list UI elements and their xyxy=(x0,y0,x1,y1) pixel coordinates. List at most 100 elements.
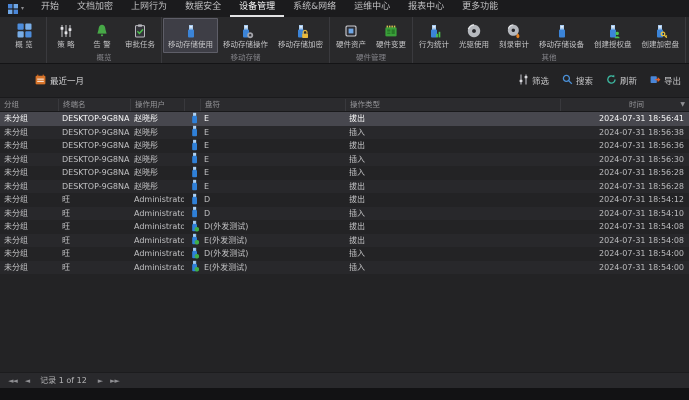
column-header-2[interactable]: 操作用户 xyxy=(130,98,184,111)
disc-icon xyxy=(466,21,482,40)
cell-drive-icon xyxy=(184,193,200,207)
action-button-2[interactable]: 刷新 xyxy=(606,74,637,88)
table-row[interactable]: 未分组 DESKTOP-9G8NA80 赵晓彤 E 插入 2024-07-31 18:56… xyxy=(0,166,689,180)
table-row[interactable]: 未分组 DESKTOP-9G8NA80 赵晓彤 E 插入 2024-07-31 18:56… xyxy=(0,125,689,139)
usb-blue-icon xyxy=(190,112,199,126)
cell-terminal: DESKTOP-9G8NA80 xyxy=(62,141,130,151)
cell-user: 赵晓彤 xyxy=(134,127,158,137)
ribbon-button-0-0[interactable]: 概 览 xyxy=(3,18,45,53)
table-row[interactable]: 未分组 旺 Administrator E(外发测试) 拔出 2024-07-31 18:… xyxy=(0,233,689,247)
ribbon-button-4-1[interactable]: 光驱使用 xyxy=(454,18,494,53)
usb-user-icon xyxy=(605,21,621,40)
ribbon-button-4-5[interactable]: 创建加密盘 xyxy=(637,18,685,53)
table-row[interactable]: 未分组 DESKTOP-9G8NA80 赵晓彤 E 拔出 2024-07-31 18:56… xyxy=(0,179,689,193)
column-header-5[interactable]: 操作类型 xyxy=(345,98,560,111)
cell-drive: E xyxy=(204,114,210,124)
cell-time: 2024-07-31 18:54:08 xyxy=(599,235,684,245)
ribbon-button-label: 概 览 xyxy=(15,40,33,49)
cell-user: 赵晓彤 xyxy=(134,154,158,164)
date-range-filter[interactable]: 最近一月 xyxy=(35,74,84,88)
table-row[interactable]: 未分组 旺 Administrator D 插入 2024-07-31 18:54:10 xyxy=(0,206,689,220)
column-header-3[interactable] xyxy=(184,98,200,111)
ribbon-button-3-0[interactable]: 硬件资产 xyxy=(331,18,371,53)
action-button-0[interactable]: 筛选 xyxy=(518,74,549,88)
table-header: 分组 终端名 操作用户 盘符 操作类型 时间 ▼ xyxy=(0,97,689,112)
table-row[interactable]: 未分组 旺 Administrator D(外发测试) 拔出 2024-07-31 18:… xyxy=(0,220,689,234)
menu-tab-7[interactable]: 报表中心 xyxy=(399,0,453,17)
column-header-1[interactable]: 终端名 xyxy=(58,98,130,111)
table-row[interactable]: 未分组 DESKTOP-9G8NA80 赵晓彤 E 插入 2024-07-31 18:56… xyxy=(0,152,689,166)
pager-next-button[interactable]: ► xyxy=(96,377,104,385)
cell-terminal: DESKTOP-9G8NA80 xyxy=(62,114,130,124)
table-actions: 筛选 搜索 刷新 导出 xyxy=(518,74,681,88)
menu-tab-6[interactable]: 运维中心 xyxy=(345,0,399,17)
cell-terminal: DESKTOP-9G8NA80 xyxy=(62,154,130,164)
cell-user: 赵晓彤 xyxy=(134,141,158,151)
action-button-3[interactable]: 导出 xyxy=(650,74,681,88)
menu-tab-4[interactable]: 设备管理 xyxy=(230,0,285,17)
cell-action-type: 插入 xyxy=(349,262,365,272)
cell-terminal: 旺 xyxy=(62,208,70,218)
cell-time: 2024-07-31 18:54:08 xyxy=(599,222,684,232)
pager-record-label: 记录 1 of 12 xyxy=(40,376,87,385)
cell-drive: E xyxy=(204,168,210,178)
cell-time: 2024-07-31 18:56:38 xyxy=(599,127,684,137)
ribbon-button-1-0[interactable]: 策 略 xyxy=(48,18,84,53)
cell-group: 未分组 xyxy=(4,195,28,205)
ribbon-button-2-1[interactable]: 移动存储操作 xyxy=(218,18,273,53)
ribbon-button-1-2[interactable]: 审批任务 xyxy=(120,18,160,53)
usb-key-icon xyxy=(652,21,668,40)
cell-drive-icon xyxy=(184,260,200,274)
menu-tab-1[interactable]: 文档加密 xyxy=(68,0,122,17)
cell-user: Administrator xyxy=(134,235,184,245)
disc-burn-icon xyxy=(506,21,522,40)
action-button-1[interactable]: 搜索 xyxy=(562,74,593,88)
ribbon-button-4-2[interactable]: 刻录审计 xyxy=(494,18,534,53)
menu-tab-2[interactable]: 上网行为 xyxy=(122,0,176,17)
export-icon xyxy=(650,74,661,88)
menu-tab-5[interactable]: 系统&网络 xyxy=(284,0,345,17)
cell-time: 2024-07-31 18:56:36 xyxy=(599,141,684,151)
app-menu-button[interactable]: ▾ xyxy=(5,0,32,17)
ribbon-button-2-2[interactable]: 移动存储加密 xyxy=(273,18,328,53)
ribbon-button-3-1[interactable]: 硬件变更 xyxy=(371,18,411,53)
cell-terminal: DESKTOP-9G8NA80 xyxy=(62,181,130,191)
column-header-4[interactable]: 盘符 xyxy=(200,98,345,111)
cell-user: Administrator xyxy=(134,222,184,232)
cell-group: 未分组 xyxy=(4,249,28,259)
usb-lock-icon xyxy=(293,21,309,40)
ribbon-button-2-0[interactable]: 移动存储使用 xyxy=(163,18,218,53)
menu-tabs: 开始 文档加密 上网行为 数据安全 设备管理 系统&网络 运维中心 报表中心 更多功能 xyxy=(32,0,507,17)
cell-time: 2024-07-31 18:56:30 xyxy=(599,154,684,164)
cell-user: Administrator xyxy=(134,208,184,218)
cell-group: 未分组 xyxy=(4,168,28,178)
table-row[interactable]: 未分组 旺 Administrator E(外发测试) 插入 2024-07-31 18:… xyxy=(0,260,689,274)
ribbon-button-4-3[interactable]: 移动存储设备 xyxy=(534,18,589,53)
hardware-asset-icon xyxy=(343,21,359,40)
pager-prev-button[interactable]: ◄ xyxy=(23,377,31,385)
column-header-6[interactable]: 时间 ▼ xyxy=(560,98,689,111)
table-row[interactable]: 未分组 旺 Administrator D 拔出 2024-07-31 18:54:12 xyxy=(0,193,689,207)
menu-tab-3[interactable]: 数据安全 xyxy=(176,0,230,17)
column-header-0[interactable]: 分组 xyxy=(0,99,58,111)
usb-blue-icon xyxy=(190,179,199,193)
ribbon-button-4-4[interactable]: 创建授权盘 xyxy=(589,18,637,53)
cell-time: 2024-07-31 18:54:12 xyxy=(599,195,684,205)
ribbon-button-4-0[interactable]: 行为统计 xyxy=(414,18,454,53)
record-pager: ◄◄ ◄ 记录 1 of 12 ► ►► xyxy=(0,372,689,388)
usb-green-icon xyxy=(190,233,200,247)
alert-bell-icon xyxy=(94,21,110,40)
table-row[interactable]: 未分组 DESKTOP-9G8NA80 赵晓彤 E 拔出 2024-07-31 18:56… xyxy=(0,112,689,126)
table-row[interactable]: 未分组 旺 Administrator D(外发测试) 插入 2024-07-31 18:… xyxy=(0,247,689,261)
cell-time: 2024-07-31 18:56:28 xyxy=(599,168,684,178)
cell-drive: E(外发测试) xyxy=(204,235,248,245)
ribbon-group-label: 概览 xyxy=(96,53,112,62)
cell-group: 未分组 xyxy=(4,181,28,191)
menu-tab-8[interactable]: 更多功能 xyxy=(453,0,507,17)
table-row[interactable]: 未分组 DESKTOP-9G8NA80 赵晓彤 E 拔出 2024-07-31 18:56… xyxy=(0,139,689,153)
menu-tab-0[interactable]: 开始 xyxy=(32,0,68,17)
ribbon-group-label: 其他 xyxy=(541,53,557,62)
ribbon-button-1-1[interactable]: 告 警 xyxy=(84,18,120,53)
pager-first-button[interactable]: ◄◄ xyxy=(6,377,19,385)
pager-last-button[interactable]: ►► xyxy=(108,377,121,385)
